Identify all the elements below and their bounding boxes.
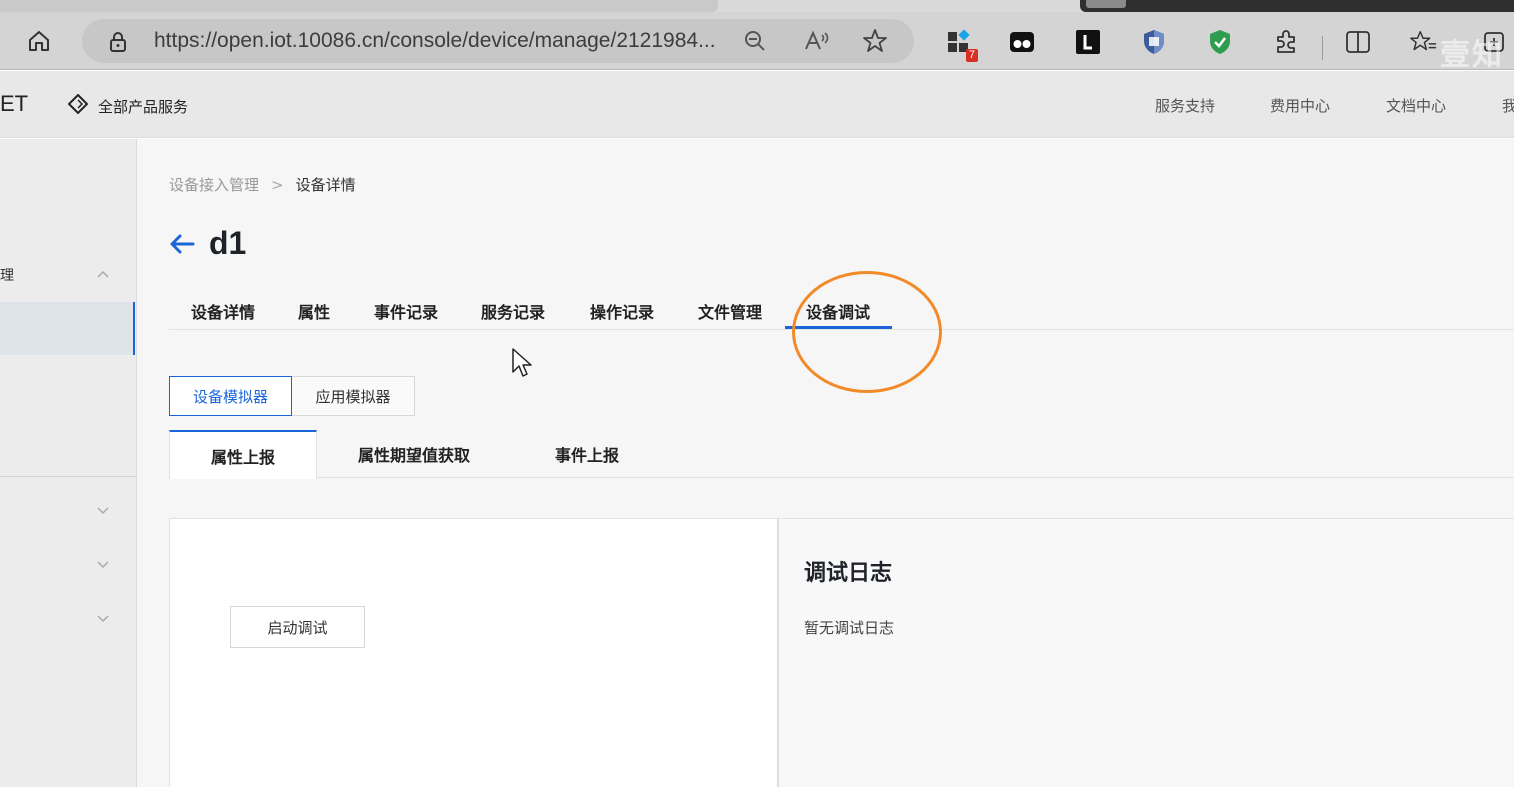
all-products-label: 全部产品服务 [98,97,189,116]
eyes-extension-icon[interactable] [1008,28,1036,56]
sidebar-group-label: 理 [0,268,14,284]
favorites-icon[interactable] [1410,28,1438,56]
chevron-down-icon[interactable] [96,501,110,515]
page-title: d1 [209,225,247,261]
back-arrow-icon[interactable] [169,233,195,255]
sidebar-divider [0,476,136,477]
detail-tabs: 设备详情 属性 事件记录 服务记录 操作记录 文件管理 设备调试 [169,289,1514,330]
home-icon[interactable] [24,26,54,56]
toolbar-divider [1322,36,1323,60]
page-header: d1 [169,225,246,262]
chevron-up-icon[interactable] [96,267,110,283]
browser-toolbar: https://open.iot.10086.cn/console/device… [0,12,1514,73]
main-content: 设备接入管理 > 设备详情 d1 设备详情 属性 事件记录 服务记录 操作记录 文件… [137,139,1514,787]
breadcrumb-separator: > [271,176,284,194]
watermark: 壹知 [1440,38,1504,73]
breadcrumb-parent[interactable]: 设备接入管理 [169,176,259,194]
extension-grid-icon[interactable]: 7 [944,28,978,62]
tab-device-debug[interactable]: 设备调试 [806,299,870,323]
site-header: ET 全部产品服务 服务支持 费用中心 文档中心 我 [0,71,1514,138]
chevron-down-icon[interactable] [96,609,110,623]
debug-control-panel: 启动调试 [169,518,778,787]
breadcrumb: 设备接入管理 > 设备详情 [169,174,356,195]
left-sidebar: 理 [0,139,137,787]
simulator-switch: 设备模拟器 应用模拟器 [169,376,415,416]
split-screen-icon[interactable] [1344,28,1372,56]
active-tab-indicator [785,326,892,329]
browser-tab[interactable] [1080,0,1514,12]
debug-log-empty-text: 暂无调试日志 [804,619,895,637]
nav-billing-center[interactable]: 费用中心 [1270,95,1330,116]
nav-my-account[interactable]: 我 [1502,95,1514,116]
debug-log-title: 调试日志 [804,561,893,586]
tab-file-management[interactable]: 文件管理 [698,299,762,323]
start-debug-button[interactable]: 启动调试 [230,606,365,648]
lock-icon[interactable] [108,31,128,57]
favorite-star-icon[interactable] [862,28,888,54]
subtab-property-report[interactable]: 属性上报 [169,430,317,479]
tab-properties[interactable]: 属性 [298,299,330,323]
tab-service-records[interactable]: 服务记录 [481,299,545,323]
debug-subtabs: 属性上报 属性期望值获取 事件上报 [169,430,1514,479]
puzzle-extensions-icon[interactable] [1272,28,1300,56]
tab-event-records[interactable]: 事件记录 [374,299,438,323]
diamond-icon [67,93,89,118]
l-extension-icon[interactable] [1074,28,1102,56]
zoom-out-icon[interactable] [742,28,768,54]
url-text[interactable]: https://open.iot.10086.cn/console/device… [154,29,716,53]
device-simulator-button[interactable]: 设备模拟器 [169,376,292,416]
nav-service-support[interactable]: 服务支持 [1155,95,1215,116]
browser-tab[interactable] [0,0,718,12]
subtab-event-report[interactable]: 事件上报 [555,430,619,478]
app-simulator-button[interactable]: 应用模拟器 [292,376,415,416]
subtab-desired-value-fetch[interactable]: 属性期望值获取 [357,430,471,478]
debug-log-panel: 调试日志 暂无调试日志 [779,518,1514,787]
tab-favicon [1086,0,1126,8]
all-products-menu[interactable]: 全部产品服务 [67,93,189,118]
browser-tab-strip [0,0,1514,12]
tab-operation-records[interactable]: 操作记录 [590,299,654,323]
extension-badge: 7 [965,49,978,62]
chevron-down-icon[interactable] [96,555,110,569]
read-aloud-icon[interactable] [804,28,830,54]
tab-device-details[interactable]: 设备详情 [191,299,255,323]
site-logo[interactable]: ET [0,91,28,117]
sidebar-item-active[interactable] [0,302,135,355]
nav-docs-center[interactable]: 文档中心 [1386,95,1446,116]
address-bar[interactable]: https://open.iot.10086.cn/console/device… [82,19,914,63]
shield-extension-icon[interactable] [1140,28,1168,56]
breadcrumb-current: 设备详情 [295,176,356,194]
green-shield-icon[interactable] [1206,28,1234,56]
sidebar-group-management[interactable]: 理 [0,265,136,287]
